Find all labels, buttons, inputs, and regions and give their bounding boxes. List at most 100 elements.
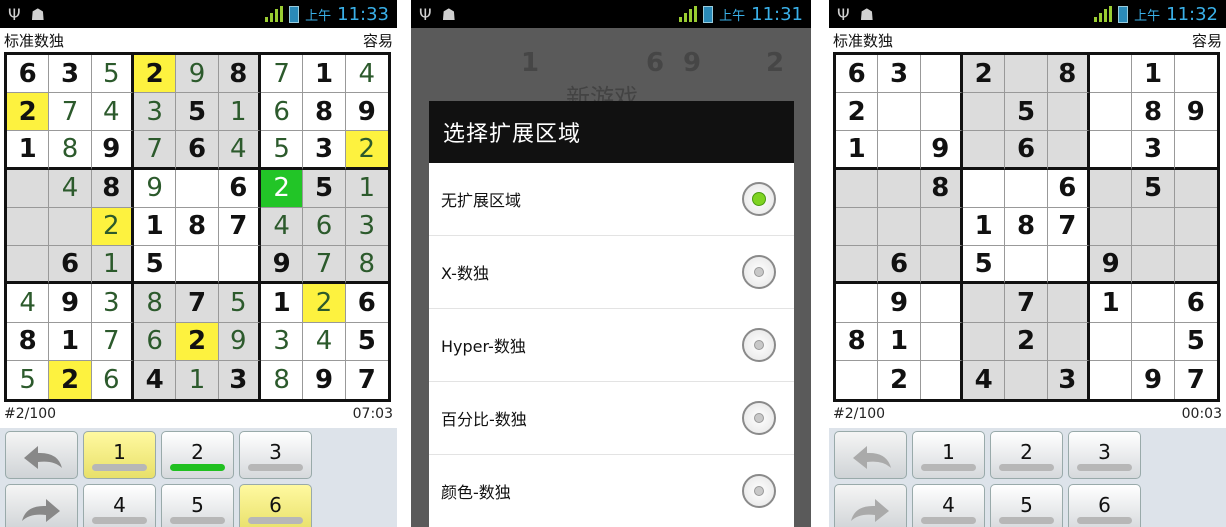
board-cell-r4c6[interactable]: 6 bbox=[1047, 169, 1090, 208]
board-cell-r9c7[interactable] bbox=[1090, 360, 1133, 399]
radio-button[interactable] bbox=[742, 182, 776, 216]
board-cell-r7c6[interactable] bbox=[1047, 284, 1090, 323]
board-cell-r5c7[interactable]: 4 bbox=[260, 207, 304, 247]
board-cell-r5c7[interactable] bbox=[1089, 207, 1133, 247]
number-key-1[interactable]: 1 bbox=[912, 431, 985, 479]
number-key-5[interactable]: 5 bbox=[990, 484, 1063, 527]
board-cell-r2c5[interactable]: 5 bbox=[176, 93, 219, 132]
board-cell-r2c4[interactable]: 3 bbox=[133, 93, 177, 132]
board-cell-r2c1[interactable]: 2 bbox=[7, 93, 50, 132]
board-cell-r2c7[interactable] bbox=[1089, 93, 1133, 132]
board-cell-r7c1[interactable] bbox=[836, 284, 879, 323]
board-cell-r4c7[interactable]: 2 bbox=[260, 169, 304, 208]
redo-button[interactable] bbox=[834, 484, 907, 527]
board-cell-r2c9[interactable]: 9 bbox=[345, 93, 388, 132]
board-cell-r7c2[interactable]: 9 bbox=[49, 284, 92, 323]
board-cell-r1c3[interactable] bbox=[920, 55, 963, 94]
board-cell-r5c1[interactable] bbox=[7, 207, 50, 247]
board-cell-r8c5[interactable]: 2 bbox=[1005, 322, 1048, 361]
board-cell-r8c4[interactable]: 6 bbox=[133, 322, 177, 361]
board-cell-r2c8[interactable]: 8 bbox=[1132, 93, 1175, 132]
board-cell-r6c8[interactable] bbox=[1132, 246, 1175, 285]
board-cell-r6c7[interactable]: 9 bbox=[1089, 246, 1133, 285]
board-cell-r7c8[interactable]: 2 bbox=[303, 284, 346, 323]
board-cell-r8c1[interactable]: 8 bbox=[836, 322, 879, 361]
board-cell-r3c8[interactable]: 3 bbox=[1132, 131, 1175, 170]
board-cell-r5c2[interactable] bbox=[878, 207, 921, 247]
board-cell-r8c3[interactable] bbox=[920, 322, 963, 361]
board-cell-r1c5[interactable]: 9 bbox=[176, 55, 219, 94]
board-cell-r7c9[interactable]: 6 bbox=[345, 284, 388, 323]
board-cell-r9c6[interactable]: 3 bbox=[1047, 360, 1090, 399]
board-cell-r6c4[interactable]: 5 bbox=[133, 246, 177, 285]
board-cell-r9c3[interactable]: 6 bbox=[92, 360, 134, 399]
board-cell-r3c8[interactable]: 3 bbox=[303, 131, 346, 170]
board-cell-r7c1[interactable]: 4 bbox=[7, 284, 50, 323]
board-cell-r1c8[interactable]: 1 bbox=[1132, 55, 1175, 94]
number-key-1[interactable]: 1 bbox=[83, 431, 156, 479]
radio-button[interactable] bbox=[742, 328, 776, 362]
board-cell-r6c6[interactable] bbox=[218, 246, 261, 285]
number-key-3[interactable]: 3 bbox=[1068, 431, 1141, 479]
board-cell-r9c5[interactable] bbox=[1005, 360, 1048, 399]
board-cell-r5c4[interactable]: 1 bbox=[962, 207, 1006, 247]
board-cell-r5c6[interactable]: 7 bbox=[1047, 207, 1090, 247]
board-cell-r5c5[interactable]: 8 bbox=[176, 207, 219, 247]
board-cell-r8c7[interactable] bbox=[1089, 322, 1133, 361]
board-cell-r4c8[interactable]: 5 bbox=[303, 169, 346, 208]
board-cell-r4c1[interactable] bbox=[836, 169, 879, 208]
board-cell-r9c2[interactable]: 2 bbox=[878, 360, 921, 399]
board-cell-r5c1[interactable] bbox=[836, 207, 879, 247]
board-cell-r4c5[interactable] bbox=[1005, 169, 1048, 208]
board-cell-r1c9[interactable]: 4 bbox=[345, 55, 388, 94]
board-cell-r1c6[interactable]: 8 bbox=[218, 55, 261, 94]
extension-option-1[interactable]: 无扩展区域 bbox=[429, 163, 794, 236]
board-cell-r7c3[interactable]: 3 bbox=[91, 284, 134, 323]
board-cell-r5c6[interactable]: 7 bbox=[218, 207, 261, 247]
board-cell-r7c8[interactable] bbox=[1132, 284, 1175, 323]
board-cell-r1c9[interactable] bbox=[1174, 55, 1217, 94]
board-cell-r1c1[interactable]: 6 bbox=[836, 55, 879, 94]
board-cell-r6c1[interactable] bbox=[836, 246, 879, 285]
board-cell-r4c4[interactable] bbox=[962, 169, 1006, 208]
board-cell-r2c5[interactable]: 5 bbox=[1005, 93, 1048, 132]
board-cell-r8c4[interactable] bbox=[962, 322, 1006, 361]
board-cell-r2c4[interactable] bbox=[962, 93, 1006, 132]
board-cell-r5c9[interactable] bbox=[1174, 207, 1217, 247]
board-cell-r3c2[interactable]: 8 bbox=[49, 131, 92, 170]
board-cell-r6c3[interactable] bbox=[920, 246, 963, 285]
board-cell-r2c6[interactable]: 1 bbox=[218, 93, 261, 132]
board-cell-r1c7[interactable] bbox=[1089, 55, 1133, 94]
board-cell-r1c4[interactable]: 2 bbox=[962, 55, 1006, 94]
board-cell-r3c1[interactable]: 1 bbox=[836, 131, 879, 170]
board-cell-r7c2[interactable]: 9 bbox=[878, 284, 921, 323]
extension-option-5[interactable]: 颜色-数独 bbox=[429, 455, 794, 527]
board-cell-r9c4[interactable]: 4 bbox=[133, 360, 177, 399]
board-cell-r3c4[interactable] bbox=[962, 131, 1006, 170]
board-cell-r3c1[interactable]: 1 bbox=[7, 131, 50, 170]
board-cell-r3c7[interactable] bbox=[1089, 131, 1133, 170]
board-cell-r5c9[interactable]: 3 bbox=[345, 207, 388, 247]
board-cell-r5c3[interactable]: 2 bbox=[91, 207, 134, 247]
board-cell-r5c5[interactable]: 8 bbox=[1005, 207, 1048, 247]
number-key-5[interactable]: 5 bbox=[161, 484, 234, 527]
number-key-6[interactable]: 6 bbox=[1068, 484, 1141, 527]
board-cell-r7c7[interactable]: 1 bbox=[260, 284, 304, 323]
board-cell-r6c2[interactable]: 6 bbox=[49, 246, 92, 285]
board-cell-r2c9[interactable]: 9 bbox=[1174, 93, 1217, 132]
board-cell-r8c2[interactable]: 1 bbox=[878, 322, 921, 361]
board-cell-r3c3[interactable]: 9 bbox=[91, 131, 134, 170]
board-cell-r4c8[interactable]: 5 bbox=[1132, 169, 1175, 208]
board-cell-r6c2[interactable]: 6 bbox=[878, 246, 921, 285]
board-cell-r8c2[interactable]: 1 bbox=[49, 322, 92, 361]
board-cell-r2c1[interactable]: 2 bbox=[836, 93, 879, 132]
board-cell-r7c5[interactable]: 7 bbox=[1005, 284, 1048, 323]
board-cell-r1c2[interactable]: 3 bbox=[49, 55, 92, 94]
board-cell-r1c4[interactable]: 2 bbox=[133, 55, 177, 94]
board-cell-r3c3[interactable]: 9 bbox=[920, 131, 963, 170]
board-cell-r6c7[interactable]: 9 bbox=[260, 246, 304, 285]
sudoku-board[interactable]: 63281258919638651876599716812524397 bbox=[833, 52, 1220, 402]
board-cell-r2c3[interactable] bbox=[920, 93, 963, 132]
number-key-3[interactable]: 3 bbox=[239, 431, 312, 479]
redo-button[interactable] bbox=[5, 484, 78, 527]
